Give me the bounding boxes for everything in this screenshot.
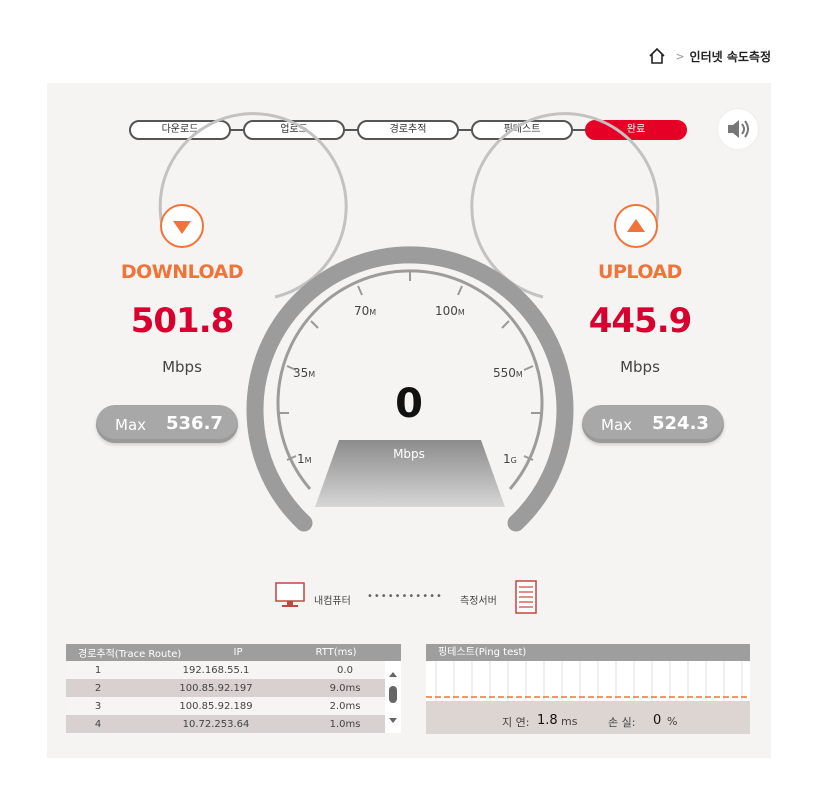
scroll-thumb[interactable] xyxy=(389,686,397,703)
home-icon[interactable] xyxy=(648,47,666,65)
tick-label-1m: 1M xyxy=(297,452,312,466)
latency-unit: ms xyxy=(561,715,578,728)
speed-test-panel: 다운로드 업로드 경로추적 핑테스트 완료 DOWNLOAD 501.8 Mbp… xyxy=(47,83,771,758)
hop-ip: 100.85.92.189 xyxy=(179,700,253,712)
loss-unit: % xyxy=(667,715,678,728)
table-row: 2 100.85.92.197 9.0ms xyxy=(66,679,401,697)
download-unit: Mbps xyxy=(162,358,202,376)
scroll-up-arrow-icon[interactable] xyxy=(389,672,397,677)
latency-label: 지 연: xyxy=(502,716,530,729)
loss-value: 0 xyxy=(653,713,662,728)
download-value: 501.8 xyxy=(130,301,235,341)
breadcrumb: > 인터넷 속도측정 xyxy=(648,47,771,65)
trace-route-table: 경로추적(Trace Route) IP RTT(ms) 1 192.168.5… xyxy=(66,644,401,733)
hop-number: 3 xyxy=(94,700,102,712)
trace-header-route: 경로추적(Trace Route) xyxy=(78,649,182,660)
my-computer-label: 내컴퓨터 xyxy=(314,596,351,607)
server-icon xyxy=(515,580,537,614)
hop-rtt: 0.0 xyxy=(337,664,353,676)
hop-number: 2 xyxy=(94,682,102,694)
table-row: 1 192.168.55.1 0.0 xyxy=(66,661,401,679)
hop-ip: 192.168.55.1 xyxy=(182,664,250,676)
ping-graph xyxy=(426,661,750,701)
download-max-pill: Max 536.7 xyxy=(96,405,238,443)
current-speed-value: 0 xyxy=(395,381,423,427)
server-label: 측정서버 xyxy=(460,596,497,607)
download-max-label: Max xyxy=(115,416,147,434)
latency-value: 1.8 xyxy=(537,713,558,728)
route-indicator: 내컴퓨터 ••••••••••• 측정서버 xyxy=(275,580,555,614)
breadcrumb-current: 인터넷 속도측정 xyxy=(689,49,771,64)
tick-label-1g: 1G xyxy=(503,452,517,466)
hop-rtt: 1.0ms xyxy=(329,718,361,730)
download-title: DOWNLOAD xyxy=(120,261,244,283)
loss-label: 손 실: xyxy=(608,716,636,729)
upload-max-label: Max xyxy=(601,416,633,434)
trace-route-header: 경로추적(Trace Route) IP RTT(ms) xyxy=(66,644,401,661)
breadcrumb-separator: > xyxy=(675,49,685,63)
upload-max-pill: Max 524.3 xyxy=(582,405,724,443)
hop-number: 4 xyxy=(94,718,102,730)
table-row: 3 100.85.92.189 2.0ms xyxy=(66,697,401,715)
upload-unit: Mbps xyxy=(620,358,660,376)
upload-max-value: 524.3 xyxy=(652,413,709,434)
monitor-icon xyxy=(275,582,305,607)
hop-number: 1 xyxy=(94,664,102,676)
hop-rtt: 9.0ms xyxy=(329,682,361,694)
upload-title: UPLOAD xyxy=(598,261,682,283)
trace-header-rtt: RTT(ms) xyxy=(315,647,357,658)
tick-label-550m: 550M xyxy=(493,366,523,380)
tick-label-35m: 35M xyxy=(293,366,316,380)
tick-label-70m: 70M xyxy=(354,304,377,318)
ping-test-panel: 핑테스트(Ping test) 지 연: 1.8 ms 손 실: 0 % xyxy=(426,644,750,734)
scroll-down-arrow-icon[interactable] xyxy=(389,718,397,723)
hop-ip: 10.72.253.64 xyxy=(182,718,250,730)
trace-header-ip: IP xyxy=(233,647,243,658)
ping-test-title: 핑테스트(Ping test) xyxy=(426,644,750,661)
route-dots: ••••••••••• xyxy=(367,591,443,602)
table-row: 4 10.72.253.64 1.0ms xyxy=(66,715,401,733)
upload-value: 445.9 xyxy=(588,301,693,341)
tick-label-100m: 100M xyxy=(435,304,465,318)
download-max-value: 536.7 xyxy=(166,413,223,434)
hop-ip: 100.85.92.197 xyxy=(179,682,253,694)
hop-rtt: 2.0ms xyxy=(329,700,361,712)
current-speed-unit: Mbps xyxy=(393,447,425,461)
trace-scrollbar[interactable] xyxy=(385,661,401,733)
